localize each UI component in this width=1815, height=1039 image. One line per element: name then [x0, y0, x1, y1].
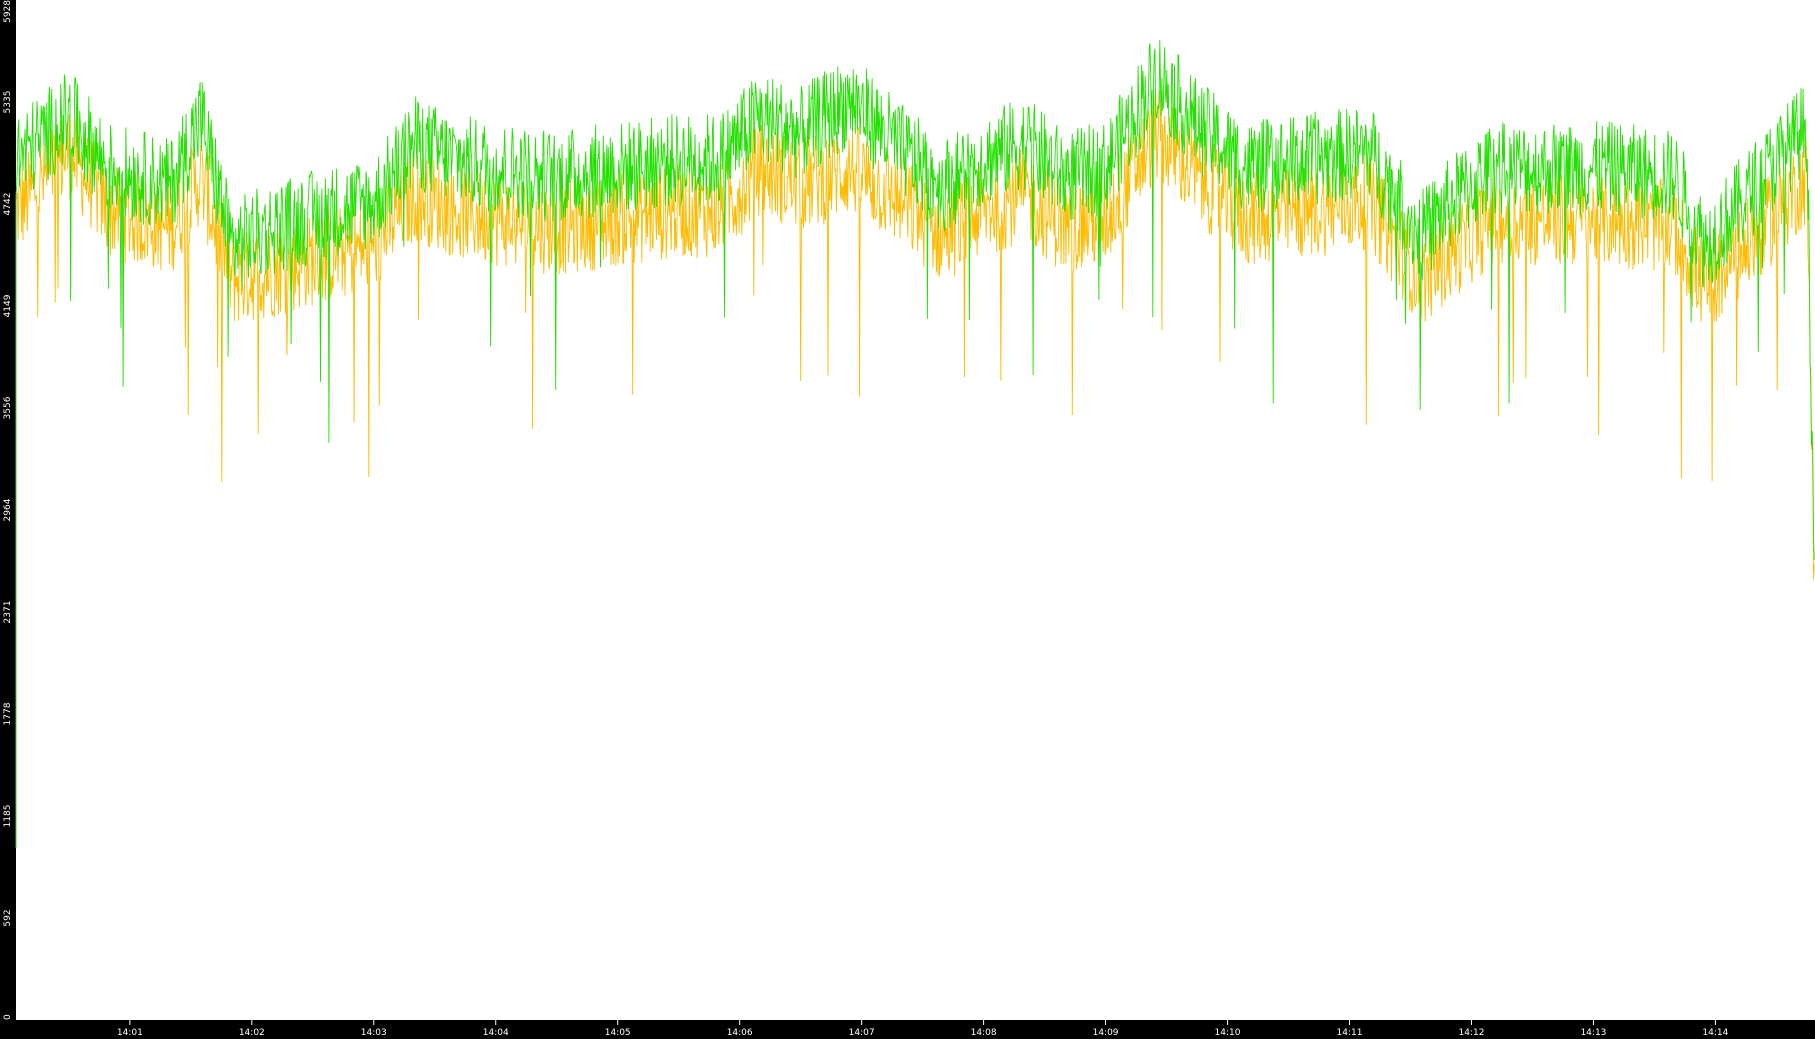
- x-tick-label: 14:09: [1093, 1028, 1119, 1038]
- chart-container: 0 592 1185 1778 2371 2964 3556 4149 4742 5335 5928…: [0, 0, 1815, 1039]
- x-tick-label: 14:04: [483, 1028, 509, 1038]
- y-tick-label: 5928: [3, 0, 13, 23]
- x-axis: 14:01 14:02 14:03 14:04 14:05 14:06 14:07 14:08…: [117, 1020, 1729, 1038]
- x-tick-label: 14:05: [605, 1028, 631, 1038]
- y-tick-label: 2371: [3, 601, 13, 624]
- y-tick-label: 4149: [3, 294, 13, 317]
- x-tick-label: 14:13: [1580, 1028, 1606, 1038]
- line-chart: 0 592 1185 1778 2371 2964 3556 4149 4742 5335 5928…: [3, 0, 1815, 1038]
- y-tick-label: 0: [3, 1014, 13, 1020]
- y-tick-label: 1778: [3, 702, 13, 725]
- y-tick-label: 2964: [3, 498, 13, 521]
- y-tick-label: 592: [3, 909, 13, 926]
- x-tick-label: 14:10: [1215, 1028, 1241, 1038]
- y-axis: 0 592 1185 1778 2371 2964 3556 4149 4742 5335 5928: [3, 0, 13, 1020]
- x-tick-label: 14:11: [1337, 1028, 1363, 1038]
- x-tick-label: 14:02: [239, 1028, 265, 1038]
- x-tick-label: 14:03: [361, 1028, 387, 1038]
- x-tick-label: 14:06: [727, 1028, 753, 1038]
- x-tick-label: 14:08: [971, 1028, 997, 1038]
- y-tick-label: 5335: [3, 91, 13, 114]
- y-tick-label: 1185: [3, 805, 13, 828]
- x-tick-label: 14:07: [849, 1028, 875, 1038]
- x-tick-label: 14:14: [1702, 1028, 1728, 1038]
- x-tick-label: 14:01: [117, 1028, 143, 1038]
- y-tick-label: 4742: [3, 193, 13, 216]
- x-tick-label: 14:12: [1458, 1028, 1484, 1038]
- y-tick-label: 3556: [3, 396, 13, 419]
